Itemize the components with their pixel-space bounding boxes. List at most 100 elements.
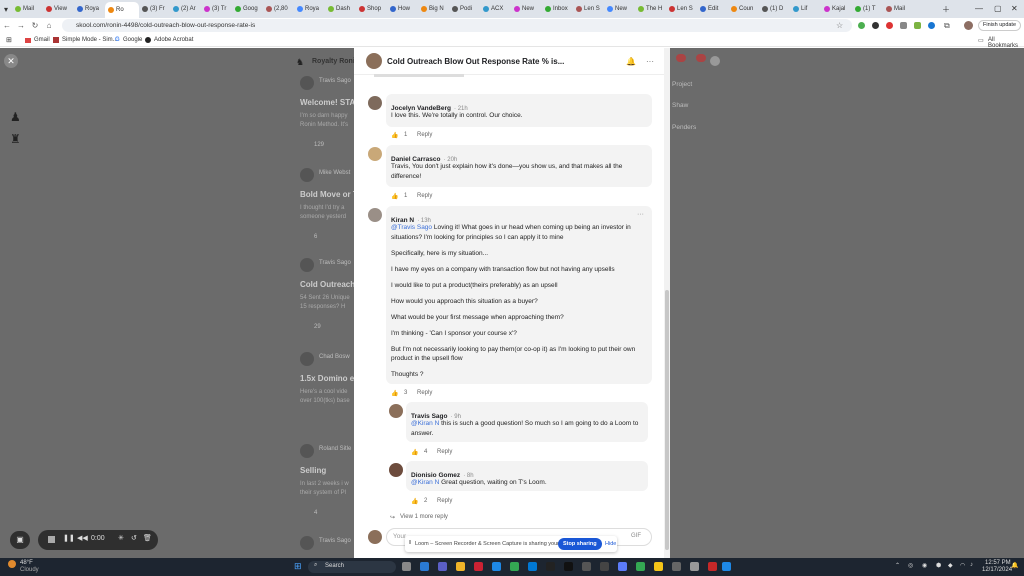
mention-link[interactable]: @Kiran N [411,420,439,427]
tray-icon[interactable]: ◎ [908,562,913,569]
acrobat-icon[interactable] [708,562,717,571]
browser-tab[interactable]: Roya [74,2,105,16]
pause-icon[interactable]: ❚❚ [63,534,75,542]
bookmark-star-icon[interactable]: ☆ [836,21,843,30]
edge-icon[interactable] [492,562,501,571]
app-icon[interactable] [672,562,681,571]
app-icon[interactable] [420,562,429,571]
url-field[interactable]: skool.com/ronin-4498/cold-outreach-blow-… [62,19,852,32]
bookmark-google[interactable]: Google [123,37,142,43]
browser-tab[interactable]: (3) Tr [201,2,232,16]
rewind-icon[interactable]: ◀◀ [77,534,88,542]
browser-tab[interactable]: ACX [480,2,511,16]
clock-time[interactable]: 12:57 PM [985,560,1011,566]
teams-icon[interactable] [438,562,447,571]
file-explorer-icon[interactable] [456,562,465,571]
tray-chevron-icon[interactable]: ⌃ [895,562,900,569]
extension-icon[interactable] [914,22,921,29]
app-icon[interactable] [690,562,699,571]
like-icon[interactable]: 👍 [391,390,398,397]
bookmark-simple-mode[interactable]: Simple Mode - Sim... [62,37,118,43]
app-icon[interactable] [618,562,627,571]
browser-tab[interactable]: Ro [105,2,140,18]
like-icon[interactable]: 👍 [411,498,418,505]
browser-tab[interactable]: View [43,2,74,16]
browser-tab[interactable]: Inbox [542,2,573,16]
browser-tab[interactable]: Mail [883,2,914,16]
browser-tab[interactable]: Roya [294,2,325,16]
windows-start-icon[interactable]: ⊞ [294,561,302,572]
browser-tab[interactable]: (2,80 [263,2,294,16]
like-icon[interactable]: 👍 [391,132,398,139]
browser-tab[interactable]: Shop [356,2,387,16]
browser-tab[interactable]: Len S [573,2,604,16]
bookmark-adobe[interactable]: Adobe Acrobat [154,37,193,43]
chrome-icon[interactable] [636,562,645,571]
tray-icon[interactable]: ⬢ [936,562,941,569]
browser-tab[interactable]: (1) T [852,2,883,16]
browser-tab[interactable]: Big N [418,2,449,16]
browser-tab[interactable]: Dash [325,2,356,16]
notification-icon[interactable]: 🔔 [1011,562,1018,569]
back-icon[interactable]: ← [0,21,14,30]
new-tab-button[interactable]: ＋ [942,4,950,15]
extension-icon[interactable] [900,22,907,29]
puzzle-icon[interactable]: ⧉ [944,21,950,31]
minimize-button[interactable]: — [975,4,983,13]
camera-icon[interactable]: ▣ [10,531,30,549]
forward-icon[interactable]: → [14,21,28,30]
outlook-icon[interactable] [528,562,537,571]
profile-avatar[interactable] [964,21,973,30]
draw-icon[interactable]: ✳ [118,534,124,542]
bookmark-gmail[interactable]: Gmail [34,37,50,43]
stop-sharing-button[interactable]: Stop sharing [558,538,602,550]
bell-icon[interactable]: 🔔 [626,57,636,66]
tray-icon[interactable]: ◉ [922,562,927,569]
app-icon[interactable] [722,562,731,571]
reload-icon[interactable]: ↻ [28,21,42,30]
browser-tab[interactable]: New [604,2,635,16]
app-icon[interactable] [564,562,573,571]
maximize-button[interactable]: ▢ [994,4,1002,13]
extension-icon[interactable] [886,22,893,29]
volume-icon[interactable]: ♪ [970,562,973,568]
browser-tab[interactable]: Mail [12,2,43,16]
browser-tab[interactable]: How [387,2,418,16]
app-icon[interactable] [654,562,663,571]
search-box[interactable]: ⌕ Search [308,561,396,573]
view-more-replies-link[interactable]: View 1 more reply [400,514,448,520]
tab-search-icon[interactable]: ▾ [4,5,8,14]
gif-button[interactable]: GIF [631,533,641,539]
mention-link[interactable]: @Travis Sago [391,224,432,231]
like-icon[interactable]: 👍 [391,193,398,200]
weather-temp[interactable]: 48°F [20,560,33,566]
avatar[interactable] [710,56,720,66]
reply-link[interactable]: Reply [417,132,432,138]
extension-icon[interactable] [928,22,935,29]
extension-icon[interactable] [858,22,865,29]
browser-tab[interactable]: Lif [790,2,821,16]
app-icon[interactable] [582,562,591,571]
restart-icon[interactable]: ↺ [131,534,137,542]
task-view-icon[interactable] [402,562,411,571]
tray-icon[interactable]: ◆ [948,562,953,569]
more-options-icon[interactable]: ··· [637,211,644,218]
browser-tab[interactable]: Kajal [821,2,852,16]
browser-tab[interactable]: (2) Ar [170,2,201,16]
home-icon[interactable]: ⌂ [42,21,56,30]
stop-record-icon[interactable] [48,536,55,543]
wifi-icon[interactable]: ◠ [960,562,965,569]
clock-date[interactable]: 12/17/2024 [982,567,1012,573]
trash-icon[interactable]: 🗑 [143,534,152,542]
hide-link[interactable]: Hide [605,541,616,547]
more-options-icon[interactable]: ··· [646,57,654,66]
browser-tab[interactable]: New [511,2,542,16]
app-icon[interactable] [474,562,483,571]
app-icon[interactable] [546,562,555,571]
reply-link[interactable]: Reply [437,449,452,455]
close-icon[interactable]: ✕ [4,54,18,68]
browser-tab[interactable]: (1) D [759,2,790,16]
reply-link[interactable]: Reply [417,193,432,199]
scrollbar-thumb[interactable] [665,290,669,550]
browser-tab[interactable]: Coun [728,2,759,16]
